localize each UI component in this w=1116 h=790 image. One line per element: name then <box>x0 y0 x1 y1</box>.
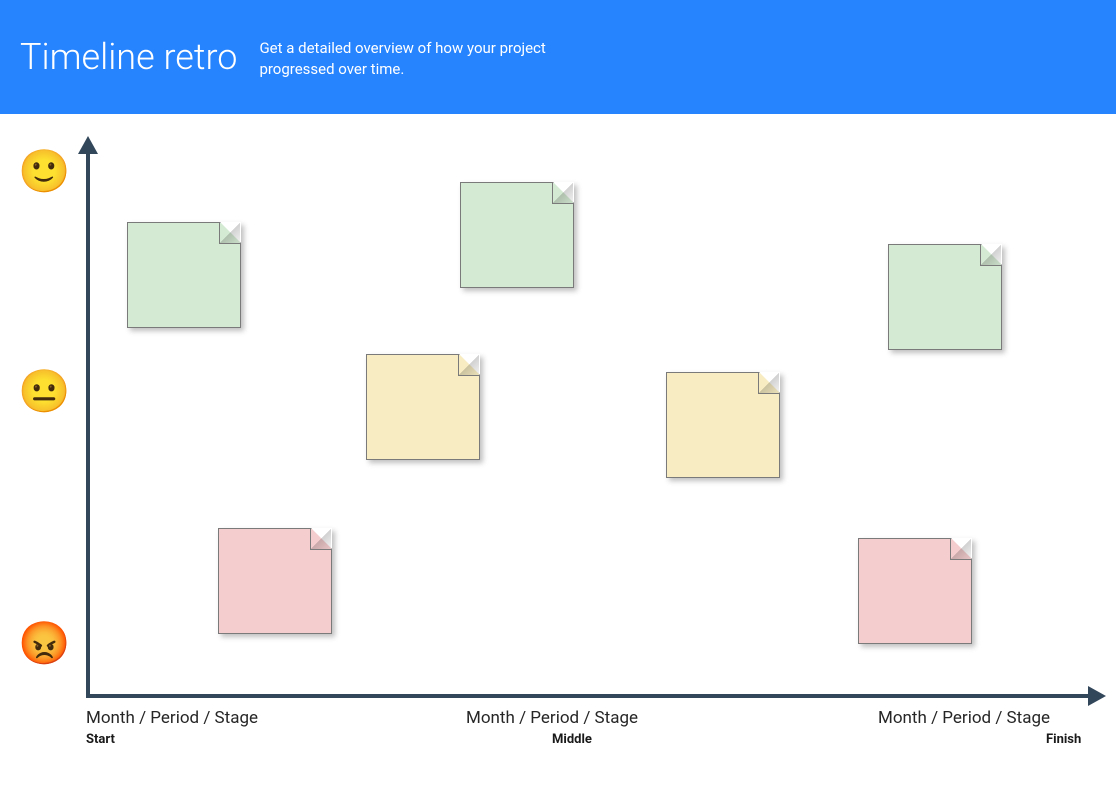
timeline-canvas: 🙂 😐 😡 Month / Period / Stage Month / Per… <box>0 114 1116 790</box>
sticky-note[interactable] <box>127 222 241 328</box>
y-axis-arrowhead-icon <box>78 136 98 154</box>
x-axis-label: Month / Period / Stage <box>878 708 1050 728</box>
sticky-note[interactable] <box>460 182 574 288</box>
x-axis-sublabel: Middle <box>552 732 592 747</box>
y-axis <box>86 152 90 696</box>
page-description: Get a detailed overview of how your proj… <box>259 34 599 80</box>
sticky-note[interactable] <box>888 244 1002 350</box>
page-title: Timeline retro <box>20 36 237 78</box>
x-axis <box>86 694 1091 698</box>
x-axis-label: Month / Period / Stage <box>86 708 258 728</box>
angry-face-icon: 😡 <box>18 620 70 669</box>
x-axis-sublabel: Finish <box>1046 732 1081 747</box>
sticky-note[interactable] <box>366 354 480 460</box>
header: Timeline retro Get a detailed overview o… <box>0 0 1116 114</box>
neutral-face-icon: 😐 <box>18 368 70 417</box>
x-axis-sublabel: Start <box>86 732 115 747</box>
sticky-note[interactable] <box>666 372 780 478</box>
sticky-note[interactable] <box>858 538 972 644</box>
happy-face-icon: 🙂 <box>18 148 70 197</box>
x-axis-arrowhead-icon <box>1088 686 1106 706</box>
x-axis-label: Month / Period / Stage <box>466 708 638 728</box>
sticky-note[interactable] <box>218 528 332 634</box>
